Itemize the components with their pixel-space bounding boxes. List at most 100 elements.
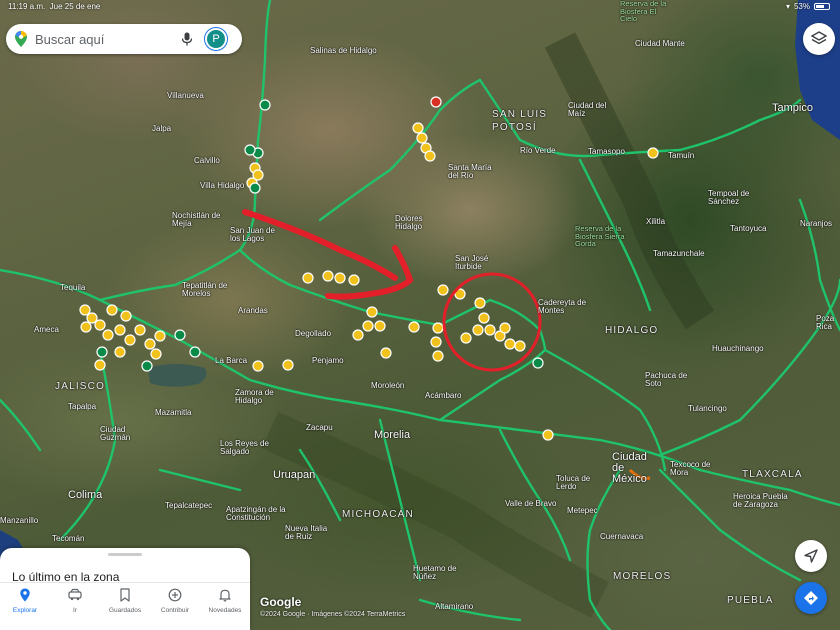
status-indicators: ▾ 53% [786,2,830,11]
place-label: Santa María del Río [448,163,492,180]
place-label: Mazamitla [155,408,192,417]
place-label: Tampico [772,102,813,114]
nav-label: Contribuir [160,607,190,614]
place-label: Tamazunchale [653,249,705,258]
place-label: Heroica Puebla de Zaragoza [733,492,788,509]
lake-chapala [148,364,207,387]
place-label: Los Reyes de Salgado [220,439,269,456]
place-label: Villa Hidalgo [200,181,245,190]
microphone-icon[interactable] [181,32,193,46]
place-label: Pachuca de Soto [645,371,688,388]
place-label: Texcoco de Mora [670,460,711,477]
nav-label: Ir [73,607,77,614]
place-label: Tantoyuca [730,224,767,233]
place-label: Tulancingo [688,404,727,413]
place-label: Huauchinango [712,344,764,353]
state-label: JALISCO [55,381,106,392]
directions-car-icon [68,588,82,601]
place-label: Metepec [567,506,598,515]
bookmark-icon [120,588,130,602]
directions-icon [804,591,818,605]
place-label: Tapalpa [68,402,97,411]
place-label: Salinas de Hidalgo [310,46,377,55]
place-label: Calvillo [194,156,220,165]
nav-label: Novedades [208,607,242,614]
map-attribution[interactable]: ©2024 Google · Imágenes ©2024 TerraMetri… [260,611,405,618]
place-label: Apatzingán de la Constitución [226,505,286,522]
red-marker [430,96,442,108]
place-label: Altamirano [435,602,474,611]
sheet-drag-handle[interactable] [108,553,142,556]
place-label: La Barca [215,356,248,365]
my-location-button[interactable] [795,540,827,572]
place-label: Morelia [374,429,411,441]
battery-icon [814,3,830,10]
place-label: Manzanillo [0,516,39,525]
place-label: Valle de Bravo [505,499,557,508]
place-label: Ciudad Mante [635,39,685,48]
place-label: Acámbaro [425,391,462,400]
place-label: Arandas [238,306,268,315]
layers-button[interactable] [803,23,835,55]
satellite-map[interactable]: Salinas de Hidalgo Villanueva Jalpa Calv… [0,0,840,630]
nav-saved[interactable]: Guardados [100,583,150,630]
place-label: Degollado [295,329,332,338]
search-input[interactable] [35,31,175,47]
nav-go[interactable]: Ir [50,583,100,630]
place-label: Dolores Hidalgo [395,214,423,231]
place-label: Uruapan [273,469,316,481]
place-label: Tepalcatepec [165,501,213,510]
directions-button[interactable] [795,582,827,614]
nav-updates[interactable]: Novedades [200,583,250,630]
place-label: Ciudad del Maíz [568,101,607,118]
place-label: Río Verde [520,146,556,155]
status-time: 11:19 a.m. Jue 25 de ene [8,2,101,11]
place-label: Cadereyta de Montes [538,298,587,315]
place-label: Naranjos [800,219,833,228]
navigation-arrow-icon [804,549,818,563]
place-label: Tamuín [668,151,695,160]
state-label: SAN LUIS POTOSÍ [492,109,548,133]
map-overlay [0,0,840,630]
state-label: TLAXCALA [742,469,803,480]
place-label: Jalpa [152,124,172,133]
battery-percent: 53% [793,2,810,11]
search-bar[interactable]: P [6,24,242,54]
nav-label: Explorar [12,607,38,614]
state-label: PUEBLA [727,595,774,606]
yellow-markers [79,122,659,441]
place-label: Tecomán [52,534,85,543]
place-label: Colima [68,489,103,501]
place-label: Nochistlán de Mejía [172,211,221,228]
place-label: Zacapu [306,423,333,432]
state-label: HIDALGO [605,325,659,336]
place-label: Huetamo de Núñez [413,564,457,581]
place-label: San José Iturbide [455,254,489,271]
place-label: San Juan de los Lagos [230,226,275,243]
place-label: Penjamo [312,356,344,365]
place-label: Tepatitlán de Morelos [182,281,228,298]
bell-icon [219,589,231,602]
add-circle-icon [168,588,182,602]
red-annotation [242,209,414,300]
gulf-water [795,0,840,140]
status-bar: 11:19 a.m. Jue 25 de ene ▾ 53% [0,0,840,14]
bottom-navigation: Explorar Ir Guardados Contribuir Novedad… [0,582,250,630]
place-label: Zamora de Hidalgo [235,388,274,405]
nav-contribute[interactable]: Contribuir [150,583,200,630]
red-circle-annotation [442,272,542,372]
place-label: Xilitla [646,217,666,226]
place-label: Villanueva [167,91,204,100]
account-avatar[interactable]: P [205,28,227,50]
place-label: Cuernavaca [600,532,644,541]
place-label: Poza Rica [816,314,835,331]
nav-label: Guardados [108,607,142,614]
place-label: Nueva Italia de Ruiz [285,524,328,541]
nav-explore[interactable]: Explorar [0,583,50,630]
layers-icon [811,31,827,45]
wifi-icon: ▾ [785,2,790,11]
state-label: MICHOACÁN [342,509,414,520]
place-label: Ameca [34,325,59,334]
place-label: Tempoal de Sánchez [708,189,750,206]
place-label: Ciudad de México [612,451,647,485]
